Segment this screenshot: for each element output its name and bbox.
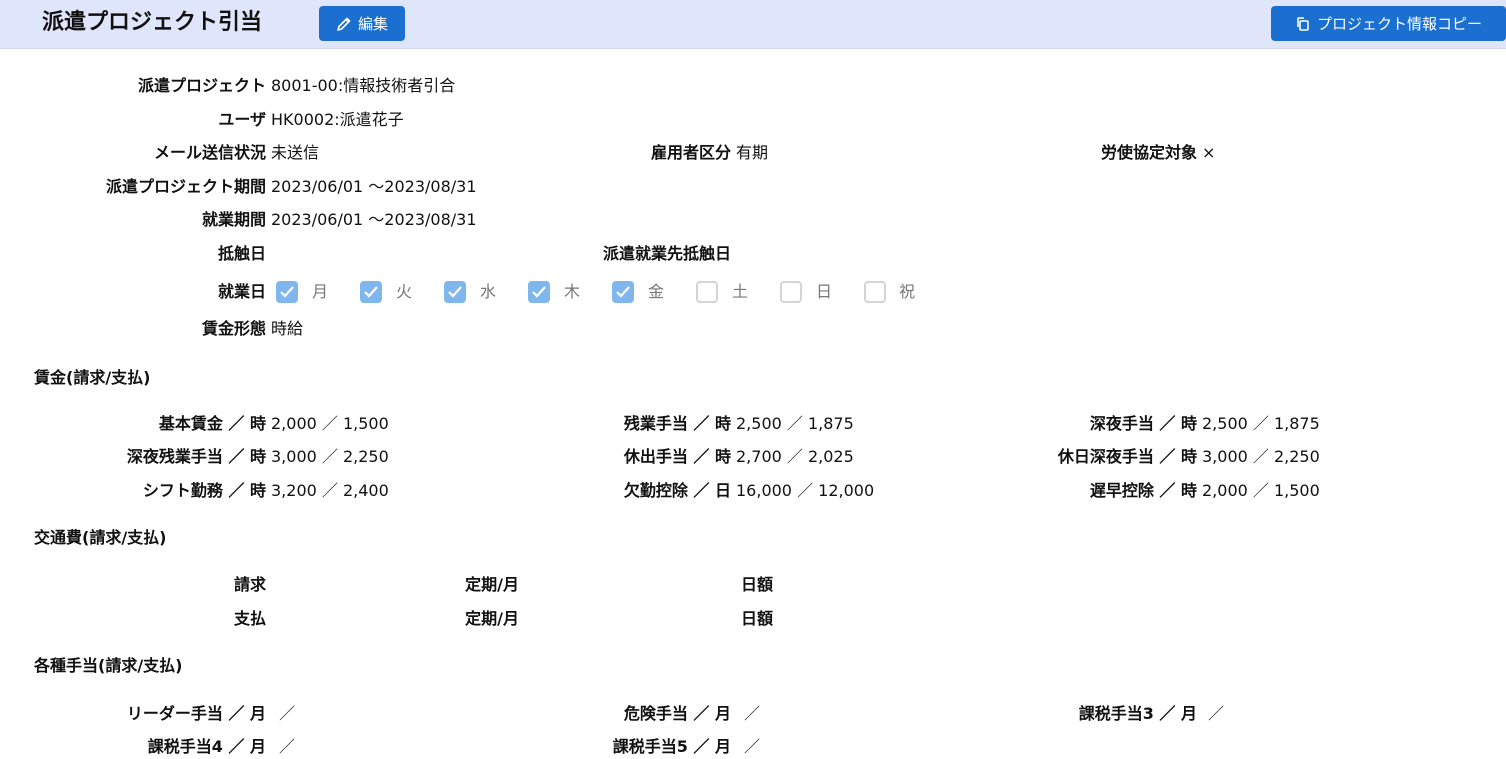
allowance-label: 課税手当5 ／ 月: [612, 737, 731, 756]
wage-value: 16,000 ／ 12,000: [736, 481, 875, 500]
wage-label: 残業手当 ／ 時: [623, 414, 731, 433]
transport-billing-label: 請求: [233, 575, 266, 594]
wage-label: 休出手当 ／ 時: [623, 447, 731, 466]
project-period-label: 派遣プロジェクト期間: [105, 177, 266, 196]
edit-button-label: 編集: [357, 15, 388, 33]
wage-type-label: 賃金形態: [201, 319, 266, 338]
allowances-section-title: 各種手当(請求/支払): [34, 656, 183, 675]
checkbox-mon[interactable]: [276, 281, 298, 303]
workday-label: 水: [480, 282, 497, 301]
project-value: 8001-00:情報技術者引合: [271, 76, 456, 95]
conflict-date-label: 抵触日: [217, 244, 266, 263]
check-icon: [448, 286, 462, 298]
workdays-label: 就業日: [217, 282, 266, 301]
wage-value: 3,200 ／ 2,400: [271, 481, 389, 500]
checkbox-sat[interactable]: [696, 281, 718, 303]
employment-type-value: 有期: [736, 143, 769, 162]
wage-value: 2,500 ／ 1,875: [1202, 414, 1320, 433]
checkbox-holiday[interactable]: [864, 281, 886, 303]
wage-label: 深夜残業手当 ／ 時: [126, 447, 266, 466]
workday-label: 月: [312, 282, 329, 301]
allowance-label: リーダー手当 ／ 月: [126, 704, 266, 723]
transport-section-title: 交通費(請求/支払): [34, 528, 167, 547]
allowance-label: 課税手当3 ／ 月: [1078, 704, 1197, 723]
workday-label: 金: [648, 282, 665, 301]
checkbox-tue[interactable]: [360, 281, 382, 303]
check-icon: [616, 286, 630, 298]
check-icon: [532, 286, 546, 298]
wage-value: 2,000 ／ 1,500: [271, 414, 389, 433]
transport-payment-label: 支払: [233, 609, 266, 628]
labor-agreement-label: 労使協定対象: [1100, 143, 1197, 162]
wage-label: シフト勤務 ／ 時: [142, 481, 266, 500]
user-value: HK0002:派遣花子: [271, 110, 404, 129]
transport-payment-daily-label: 日額: [740, 609, 773, 628]
allowance-value: ／: [744, 704, 761, 723]
wage-value: 3,000 ／ 2,250: [1202, 447, 1320, 466]
wage-value: 2,000 ／ 1,500: [1202, 481, 1320, 500]
checkbox-sun[interactable]: [780, 281, 802, 303]
allowance-label: 課税手当4 ／ 月: [147, 737, 266, 756]
copy-project-button[interactable]: プロジェクト情報コピー: [1271, 6, 1506, 41]
check-icon: [280, 286, 294, 298]
workday-label: 祝: [899, 282, 916, 301]
wage-value: 2,700 ／ 2,025: [736, 447, 854, 466]
allowance-value: ／: [744, 737, 761, 756]
work-period-label: 就業期間: [201, 210, 266, 229]
page-title: 派遣プロジェクト引当: [42, 10, 263, 35]
allowance-label: 危険手当 ／ 月: [623, 704, 731, 723]
wage-label: 深夜手当 ／ 時: [1089, 414, 1197, 433]
transport-billing-pass-label: 定期/月: [465, 575, 519, 594]
pencil-icon: [336, 16, 352, 32]
project-period-value: 2023/06/01 ～2023/08/31: [271, 177, 477, 196]
allowance-value: ／: [1208, 704, 1225, 723]
dest-conflict-date-label: 派遣就業先抵触日: [602, 244, 731, 263]
project-label: 派遣プロジェクト: [137, 76, 266, 95]
wage-label: 遅早控除 ／ 時: [1089, 481, 1197, 500]
wage-label: 基本賃金 ／ 時: [158, 414, 266, 433]
wage-label: 欠勤控除 ／ 日: [623, 481, 731, 500]
checkbox-wed[interactable]: [444, 281, 466, 303]
wage-label: 休日深夜手当 ／ 時: [1057, 447, 1197, 466]
workday-label: 土: [732, 282, 749, 301]
workday-label: 日: [816, 282, 833, 301]
wages-section-title: 賃金(請求/支払): [34, 368, 151, 387]
checkbox-thu[interactable]: [528, 281, 550, 303]
mail-status-label: メール送信状況: [153, 143, 266, 162]
labor-agreement-value: ×: [1202, 143, 1216, 162]
wage-type-value: 時給: [271, 319, 304, 338]
header-bar: 派遣プロジェクト引当 編集 プロジェクト情報コピー: [0, 0, 1506, 49]
work-period-value: 2023/06/01 ～2023/08/31: [271, 210, 477, 229]
employment-type-label: 雇用者区分: [650, 143, 731, 162]
transport-billing-daily-label: 日額: [740, 575, 773, 594]
copy-button-label: プロジェクト情報コピー: [1316, 15, 1482, 33]
allowance-value: ／: [279, 737, 296, 756]
workday-label: 火: [396, 282, 413, 301]
edit-button[interactable]: 編集: [319, 6, 405, 41]
check-icon: [364, 286, 378, 298]
wage-value: 2,500 ／ 1,875: [736, 414, 854, 433]
mail-status-value: 未送信: [271, 143, 320, 162]
workday-label: 木: [564, 282, 581, 301]
transport-payment-pass-label: 定期/月: [465, 609, 519, 628]
copy-icon: [1295, 16, 1311, 32]
checkbox-fri[interactable]: [612, 281, 634, 303]
allowance-value: ／: [279, 704, 296, 723]
wage-value: 3,000 ／ 2,250: [271, 447, 389, 466]
user-label: ユーザ: [218, 110, 266, 129]
